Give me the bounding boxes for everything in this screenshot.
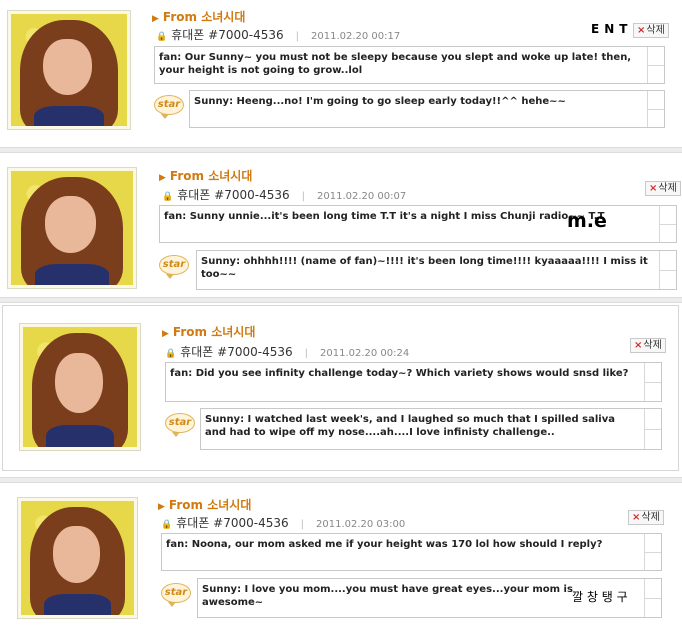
star-badge: star: [165, 413, 195, 437]
message-scroll-buttons[interactable]: [644, 579, 661, 617]
reply-message: Sunny: ohhhh!!!! (name of fan)~!!!! it's…: [196, 250, 677, 290]
phone-number: 휴대폰 #7000-4536: [171, 28, 284, 42]
phone-info: 🔒 휴대폰 #7000-4536 | 2011.02.20 00:24: [165, 343, 409, 360]
post-date: 2011.02.20 03:00: [316, 519, 406, 530]
profile-photo: [23, 327, 137, 447]
message-scroll-buttons[interactable]: [644, 409, 661, 449]
message-scroll-buttons[interactable]: [647, 47, 664, 83]
message-scroll-buttons[interactable]: [647, 91, 664, 127]
delete-button[interactable]: ×삭제: [630, 338, 666, 353]
guestbook-post: ▶ From 소녀시대 🔒 휴대폰 #7000-4536 | 2011.02.20 00…: [0, 155, 682, 297]
separator: [0, 147, 682, 153]
message-scroll-buttons[interactable]: [659, 206, 676, 242]
guestbook-post: ▶ From 소녀시대 🔒 휴대폰 #7000-4536 | 2011.02.20 00…: [2, 305, 679, 471]
sender-label: ▶ From 소녀시대: [152, 10, 246, 24]
lock-icon: 🔒: [165, 349, 177, 359]
star-badge: star: [161, 583, 191, 607]
close-icon: ×: [634, 340, 643, 351]
profile-photo: [11, 14, 127, 126]
close-icon: ×: [632, 512, 641, 523]
fan-message: fan: Noona, our mom asked me if your hei…: [161, 533, 662, 571]
star-badge: star: [154, 95, 184, 119]
reply-message: Sunny: Heeng...no! I'm going to go sleep…: [189, 90, 665, 128]
separator: [0, 477, 682, 483]
sender-label: ▶ From 소녀시대: [162, 325, 256, 339]
message-scroll-buttons[interactable]: [644, 534, 661, 570]
fan-message: fan: Our Sunny~ you must not be sleepy b…: [154, 46, 665, 84]
phone-info: 🔒 휴대폰 #7000-4536 | 2011.02.20 00:17: [156, 26, 400, 43]
close-icon: ×: [637, 25, 646, 36]
divider: |: [301, 191, 305, 202]
star-badge: star: [159, 255, 189, 279]
arrow-right-icon: ▶: [162, 329, 169, 339]
arrow-right-icon: ▶: [152, 14, 159, 24]
lock-icon: 🔒: [161, 520, 173, 530]
avatar: [19, 323, 141, 451]
divider: |: [300, 519, 304, 530]
lock-icon: 🔒: [156, 32, 168, 42]
divider: |: [295, 31, 299, 42]
delete-button[interactable]: ×삭제: [633, 23, 669, 38]
divider: |: [304, 348, 308, 359]
arrow-right-icon: ▶: [159, 173, 166, 183]
post-date: 2011.02.20 00:07: [317, 191, 407, 202]
profile-photo: [11, 171, 133, 285]
sender-label: ▶ From 소녀시대: [158, 498, 252, 512]
message-scroll-buttons[interactable]: [644, 363, 661, 401]
phone-number: 휴대폰 #7000-4536: [177, 188, 290, 202]
phone-info: 🔒 휴대폰 #7000-4536 | 2011.02.20 00:07: [162, 186, 406, 203]
post-date: 2011.02.20 00:17: [311, 31, 401, 42]
avatar: [7, 167, 137, 289]
post-date: 2011.02.20 00:24: [320, 348, 410, 359]
avatar: [17, 497, 138, 619]
message-scroll-buttons[interactable]: [659, 251, 676, 289]
phone-number: 휴대폰 #7000-4536: [180, 345, 293, 359]
separator: [0, 297, 682, 303]
phone-info: 🔒 휴대폰 #7000-4536 | 2011.02.20 03:00: [161, 514, 405, 531]
guestbook-post: ▶ From 소녀시대 🔒 휴대폰 #7000-4536 | 2011.02.20 00…: [0, 0, 682, 147]
delete-button[interactable]: ×삭제: [645, 181, 681, 196]
close-icon: ×: [649, 183, 658, 194]
watermark-text: ENT: [591, 22, 633, 36]
guestbook-post: ▶ From 소녀시대 🔒 휴대폰 #7000-4536 | 2011.02.20 03…: [0, 485, 682, 641]
delete-button[interactable]: ×삭제: [628, 510, 664, 525]
sender-label: ▶ From 소녀시대: [159, 169, 253, 183]
fan-message: fan: Did you see infinity challenge toda…: [165, 362, 662, 402]
lock-icon: 🔒: [162, 192, 174, 202]
avatar: [7, 10, 131, 130]
arrow-right-icon: ▶: [158, 502, 165, 512]
phone-number: 휴대폰 #7000-4536: [176, 516, 289, 530]
watermark-text: m.e: [567, 210, 607, 232]
watermark-text: 깔 창 탱 구: [572, 590, 628, 604]
profile-photo: [21, 501, 134, 615]
reply-message: Sunny: I watched last week's, and I laug…: [200, 408, 662, 450]
